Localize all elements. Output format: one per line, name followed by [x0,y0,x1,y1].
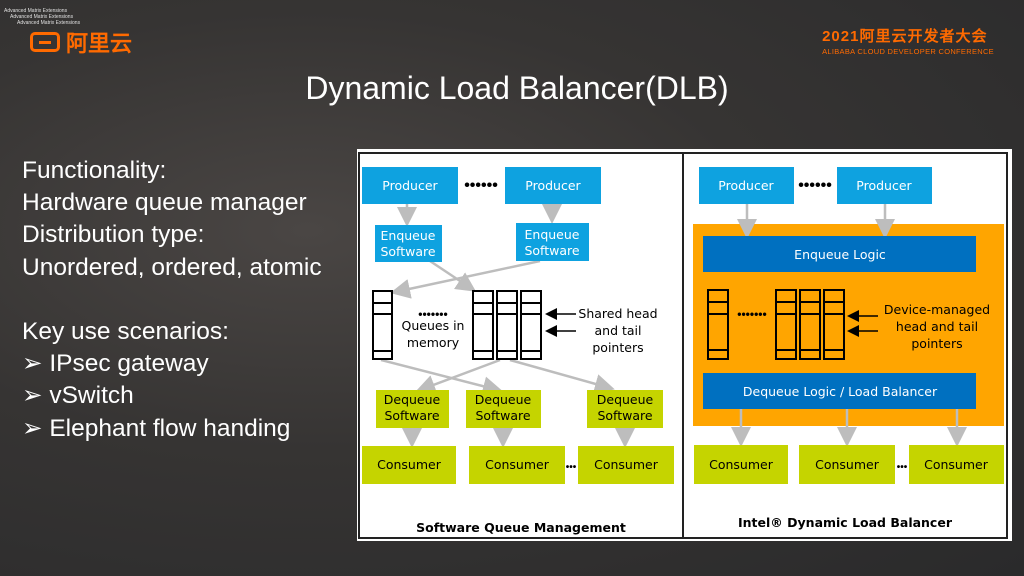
svg-text:Consumer: Consumer [815,457,880,472]
svg-text:Consumer: Consumer [377,457,442,472]
consumer-box: Consumer [909,445,1004,484]
svg-text:Consumer: Consumer [924,457,989,472]
pointers-label: Device-managed [884,302,990,317]
dequeue-software-box: Dequeue Software [466,390,541,428]
svg-text:Consumer: Consumer [485,457,550,472]
ellipsis: •••••• [798,177,832,194]
hardware-queues [707,289,845,360]
pointers-label: head and tail [896,319,978,334]
svg-text:Dequeue: Dequeue [384,392,441,407]
enqueue-software-box: Enqueue Software [516,223,589,261]
svg-text:Producer: Producer [382,178,438,193]
producer-box: Producer [362,167,458,204]
svg-text:Consumer: Consumer [594,457,659,472]
queues-label: Queues in [402,318,465,333]
pointers-label: Shared head [578,306,657,321]
ellipsis: ••••••• [737,307,766,321]
dequeue-software-box: Dequeue Software [376,390,449,428]
consumer-box: Consumer [694,445,788,484]
dlb-diagram: Producer •••••• Producer Enqueue Softwar… [357,149,1012,541]
producer-box: Producer [837,167,932,204]
enqueue-logic-box: Enqueue Logic [703,236,976,272]
svg-text:Dequeue Logic / Load Balancer: Dequeue Logic / Load Balancer [743,384,938,399]
svg-text:Producer: Producer [525,178,581,193]
consumer-box: Consumer [469,446,565,484]
producer-box: Producer [699,167,794,204]
dequeue-software-box: Dequeue Software [587,390,663,428]
svg-text:Consumer: Consumer [709,457,774,472]
ellipsis: ••• [566,462,577,473]
svg-text:Software: Software [475,408,530,423]
svg-text:Dequeue: Dequeue [475,392,532,407]
svg-text:Enqueue: Enqueue [381,228,436,243]
consumer-box: Consumer [799,445,895,484]
pointers-label: and tail [595,323,642,338]
svg-text:Enqueue Logic: Enqueue Logic [794,247,886,262]
left-caption: Software Queue Management [416,520,626,535]
enqueue-software-box: Enqueue Software [375,225,442,262]
ellipsis: •••••• [464,177,498,194]
svg-text:Producer: Producer [718,178,774,193]
svg-text:Software: Software [524,243,579,258]
svg-text:Software: Software [597,408,652,423]
svg-text:Software: Software [384,408,439,423]
svg-text:Dequeue: Dequeue [597,392,654,407]
consumer-box: Consumer [578,446,674,484]
pointers-label: pointers [911,336,962,351]
producer-box: Producer [505,167,601,204]
right-caption: Intel® Dynamic Load Balancer [738,515,953,530]
pointers-label: pointers [592,340,643,355]
svg-text:Software: Software [380,244,435,259]
queues-label: memory [407,335,460,350]
svg-text:Enqueue: Enqueue [525,227,580,242]
consumer-box: Consumer [362,446,456,484]
svg-text:Producer: Producer [856,178,912,193]
ellipsis: ••• [897,462,908,473]
dequeue-logic-box: Dequeue Logic / Load Balancer [703,373,976,409]
